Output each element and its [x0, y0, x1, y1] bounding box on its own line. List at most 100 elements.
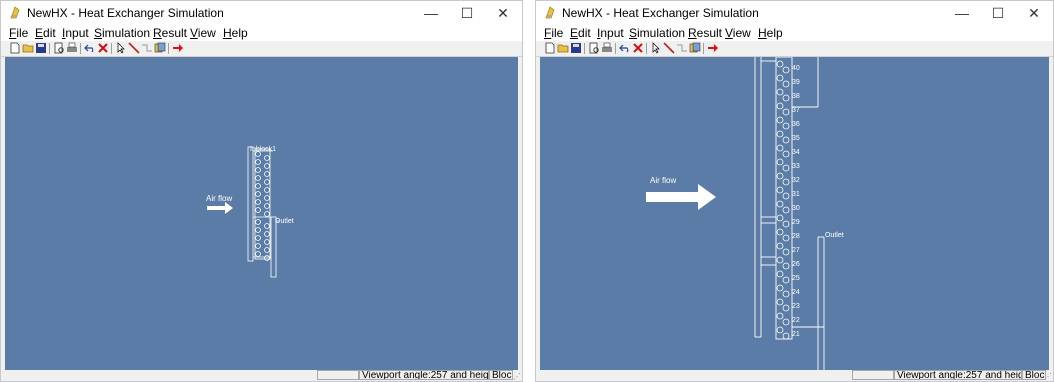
run-arrow-icon[interactable]: [707, 42, 719, 54]
open-folder-icon[interactable]: [557, 42, 569, 54]
tube-circle: [782, 206, 790, 214]
app-icon: [10, 6, 20, 19]
tube-row[interactable]: 29: [776, 214, 800, 228]
tube-row[interactable]: 32: [776, 172, 800, 186]
tube-row[interactable]: 34: [776, 144, 800, 158]
tube-number-label: 23: [792, 303, 800, 310]
tube-row[interactable]: 22: [776, 312, 800, 326]
tube-number-label: 25: [792, 275, 800, 282]
simulation-viewport[interactable]: Air flow Inblock1 Outlet: [5, 57, 518, 370]
minimize-button[interactable]: —: [942, 1, 982, 25]
status-bar: Viewport angle:257 and heig Bloc ⋰: [536, 370, 1053, 381]
tube-number-label: 26: [792, 261, 800, 268]
simulation-viewport[interactable]: Air flow Outlet 40 39 38 37 36 35 34 33 …: [540, 57, 1049, 370]
tube-circle: [776, 186, 784, 194]
tube-row[interactable]: 21: [776, 326, 800, 340]
title-bar[interactable]: NewHX - Heat Exchanger Simulation — ☐ ✕: [536, 1, 1053, 25]
draw-line-icon[interactable]: [663, 42, 675, 54]
undo-icon[interactable]: [619, 42, 631, 54]
close-button[interactable]: ✕: [1014, 1, 1053, 25]
menu-view[interactable]: View: [725, 26, 751, 40]
run-arrow-icon[interactable]: [172, 42, 184, 54]
save-icon[interactable]: [570, 42, 582, 54]
toolbar-separator: [615, 43, 616, 54]
tube-circle: [776, 60, 784, 68]
menu-view[interactable]: View: [190, 26, 216, 40]
status-pane-left: [852, 370, 894, 380]
tube-row[interactable]: 26: [776, 256, 800, 270]
tube-row[interactable]: 30: [776, 200, 800, 214]
toolbar-separator: [111, 43, 112, 54]
new-file-icon[interactable]: [544, 42, 556, 54]
resize-grip-icon[interactable]: ⋰: [1044, 372, 1052, 381]
tube-row[interactable]: 37: [776, 102, 800, 116]
stack-icon[interactable]: [689, 42, 701, 54]
tube-row[interactable]: 38: [776, 88, 800, 102]
title-bar[interactable]: NewHX - Heat Exchanger Simulation — ☐ ✕: [1, 1, 522, 25]
print-icon[interactable]: [601, 42, 613, 54]
tube-row[interactable]: 25: [776, 270, 800, 284]
maximize-button[interactable]: ☐: [978, 1, 1018, 25]
toolbar-separator: [80, 43, 81, 54]
tube-row[interactable]: 35: [776, 130, 800, 144]
undo-icon[interactable]: [84, 42, 96, 54]
menu-input[interactable]: Input: [597, 26, 624, 40]
menu-result[interactable]: Result: [153, 26, 187, 40]
tube-number-label: 32: [792, 177, 800, 184]
tube-circle: [776, 284, 784, 292]
app-icon: [545, 6, 555, 19]
connect-icon[interactable]: [676, 42, 688, 54]
tube-circle: [776, 74, 784, 82]
menu-edit[interactable]: Edit: [570, 26, 591, 40]
new-file-icon[interactable]: [9, 42, 21, 54]
tube-row[interactable]: 36: [776, 116, 800, 130]
menu-input[interactable]: Input: [62, 26, 89, 40]
tube-bank: [247, 146, 279, 278]
minimize-button[interactable]: —: [411, 1, 451, 25]
menu-file[interactable]: File: [544, 26, 563, 40]
menu-result[interactable]: Result: [688, 26, 722, 40]
draw-line-icon[interactable]: [128, 42, 140, 54]
print-preview-icon[interactable]: [588, 42, 600, 54]
save-icon[interactable]: [35, 42, 47, 54]
tube-number-label: 34: [792, 149, 800, 156]
tube-row[interactable]: 28: [776, 228, 800, 242]
tube-circle: [776, 144, 784, 152]
menu-simulation[interactable]: Simulation: [629, 26, 685, 40]
resize-grip-icon[interactable]: ⋰: [513, 372, 521, 381]
air-flow-label: Air flow: [650, 176, 676, 185]
tube-circle: [782, 164, 790, 172]
inblock-label: Inblock1: [250, 146, 276, 153]
select-pointer-icon[interactable]: [650, 42, 662, 54]
tube-circle: [782, 332, 790, 340]
menu-help[interactable]: Help: [758, 26, 783, 40]
tube-circle: [776, 228, 784, 236]
menu-help[interactable]: Help: [223, 26, 248, 40]
print-icon[interactable]: [66, 42, 78, 54]
tube-row[interactable]: 33: [776, 158, 800, 172]
close-button[interactable]: ✕: [483, 1, 522, 25]
delete-icon[interactable]: [97, 42, 109, 54]
maximize-button[interactable]: ☐: [447, 1, 487, 25]
connect-icon[interactable]: [141, 42, 153, 54]
tube-row[interactable]: 24: [776, 284, 800, 298]
print-preview-icon[interactable]: [53, 42, 65, 54]
tube-row[interactable]: 39: [776, 74, 800, 88]
outlet-label: Outlet: [825, 232, 844, 239]
tube-circle: [776, 158, 784, 166]
select-pointer-icon[interactable]: [115, 42, 127, 54]
delete-icon[interactable]: [632, 42, 644, 54]
air-flow-label: Air flow: [206, 194, 232, 203]
tube-row[interactable]: 31: [776, 186, 800, 200]
tube-row[interactable]: 27: [776, 242, 800, 256]
menu-file[interactable]: File: [9, 26, 28, 40]
tube-row[interactable]: 40: [776, 60, 800, 74]
tube-circle: [782, 262, 790, 270]
toolbar-separator: [49, 43, 50, 54]
menu-simulation[interactable]: Simulation: [94, 26, 150, 40]
menu-edit[interactable]: Edit: [35, 26, 56, 40]
stack-icon[interactable]: [154, 42, 166, 54]
open-folder-icon[interactable]: [22, 42, 34, 54]
window-title: NewHX - Heat Exchanger Simulation: [562, 6, 759, 20]
tube-row[interactable]: 23: [776, 298, 800, 312]
